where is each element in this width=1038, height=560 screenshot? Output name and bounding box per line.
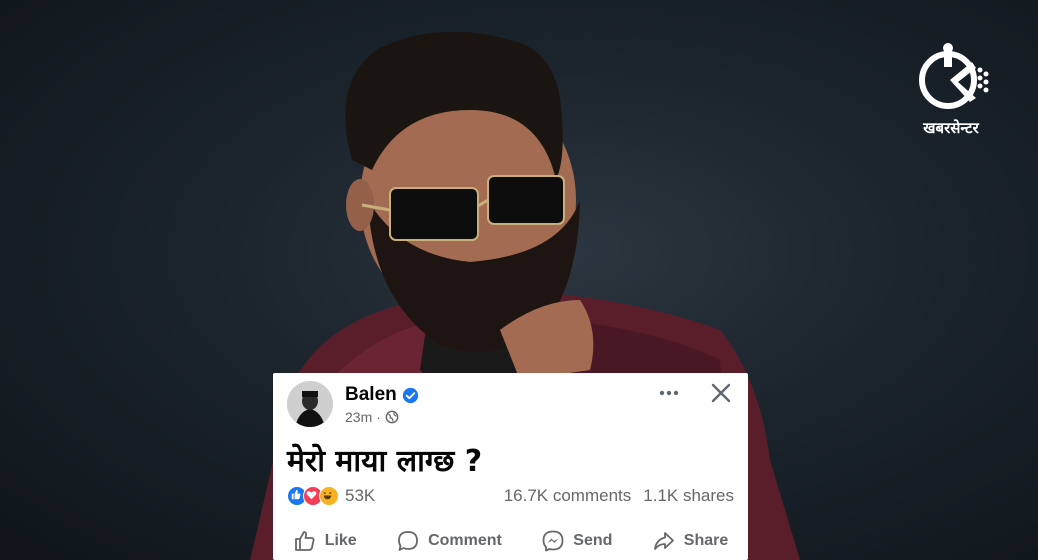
- haha-reaction-icon: [319, 486, 339, 506]
- post-text: मेरो माया लाग्छ ?: [287, 444, 483, 479]
- send-button[interactable]: Send: [541, 529, 612, 553]
- share-label: Share: [683, 532, 729, 549]
- comment-label: Comment: [428, 532, 502, 549]
- share-icon: [653, 532, 674, 550]
- like-button[interactable]: Like: [293, 529, 357, 553]
- thumbs-up-icon: [294, 531, 315, 551]
- globe-icon: [385, 410, 399, 424]
- shares-count[interactable]: 1.1K shares: [643, 486, 734, 506]
- post-actions-bar: Like Comment Send Share: [273, 523, 748, 559]
- messenger-icon: [542, 530, 564, 552]
- avatar[interactable]: [287, 381, 333, 427]
- logo-text: खबरसेन्टर: [923, 119, 979, 137]
- meta-separator: ·: [376, 409, 381, 425]
- comments-count[interactable]: 16.7K comments: [504, 486, 632, 506]
- comment-button[interactable]: Comment: [396, 529, 502, 553]
- close-icon[interactable]: [709, 381, 733, 405]
- post-time[interactable]: 23m: [345, 409, 372, 425]
- verified-badge-icon: [402, 387, 418, 403]
- more-options-icon[interactable]: [657, 383, 681, 403]
- like-label: Like: [324, 532, 357, 549]
- send-label: Send: [573, 532, 613, 549]
- author-name[interactable]: Balen: [345, 384, 397, 406]
- reaction-count: 53K: [345, 486, 376, 505]
- post-card: Balen 23m · मेरो माया लाग्छ ? 53K 16.7K …: [273, 373, 748, 560]
- comment-icon: [398, 531, 418, 551]
- reactions-summary[interactable]: 53K: [287, 486, 375, 506]
- share-button[interactable]: Share: [652, 529, 728, 553]
